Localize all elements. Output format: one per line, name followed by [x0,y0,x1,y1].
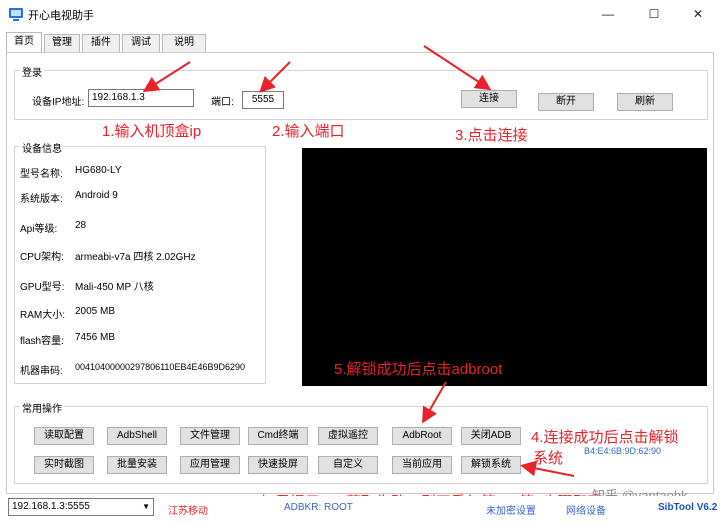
close-button[interactable]: ✕ [676,0,720,28]
annotation-step4-line1: 4.连接成功后点击解锁 [531,429,679,446]
device-select[interactable]: 192.168.1.3:5555 ▼ [8,498,154,516]
login-group-title: 登录 [20,64,44,79]
screen-preview[interactable] [302,148,707,386]
os-version-value: Android 9 [75,190,118,201]
cmd-terminal-button[interactable]: Cmd终端 [248,427,308,445]
custom-button[interactable]: 自定义 [318,456,378,474]
window-title: 开心电视助手 [28,10,94,22]
annotation-step2: 2.输入端口 [272,123,345,140]
app-manager-button[interactable]: 应用管理 [180,456,240,474]
chevron-down-icon: ▼ [142,502,150,511]
annotation-step3: 3.点击连接 [455,127,528,144]
close-adb-button[interactable]: 关闭ADB [461,427,521,445]
cpu-value: armeabi-v7a 四核 2.02GHz [75,252,196,263]
isp-label: 江苏移动 [168,506,208,517]
api-level-value: 28 [75,220,87,231]
port-input[interactable]: 5555 [242,91,284,109]
gpu-label: GPU型号: [20,282,65,293]
ip-label: 设备IP地址: [32,97,85,108]
adb-status: ADBKR: ROOT [284,502,353,513]
model-label: 型号名称: [20,169,63,180]
unlock-system-button[interactable]: 解锁系统 [461,456,521,474]
api-level-label: Api等级: [20,224,58,235]
tab-manage[interactable]: 管理 [44,34,80,52]
mid-status: 未加密设置 [486,506,536,517]
port-label: 端口: [211,97,234,108]
os-version-label: 系统版本: [20,194,63,205]
title-bar: 开心电视助手 — ☐ ✕ [0,0,720,28]
screenshot-button[interactable]: 实时截图 [34,456,94,474]
refresh-button[interactable]: 刷新 [617,93,673,111]
disconnect-button[interactable]: 断开 [538,93,594,111]
adbshell-button[interactable]: AdbShell [107,427,167,445]
tab-home[interactable]: 首页 [6,32,42,52]
serial-label: 机器串码: [20,366,63,377]
common-ops-title: 常用操作 [20,400,64,415]
current-app-button[interactable]: 当前应用 [392,456,452,474]
ram-value: 2005 MB [75,306,116,317]
maximize-button[interactable]: ☐ [632,0,676,28]
virtual-remote-button[interactable]: 虚拟遥控 [318,427,378,445]
serial-value: 00410400000297806110EB4E46B9D6290 [75,362,245,372]
tv-app-icon [9,8,23,21]
minimize-button[interactable]: — [586,0,630,28]
model-value: HG680-LY [75,165,122,176]
device-info-group: 设备信息 [14,140,266,384]
ip-input[interactable]: 192.168.1.3 [88,89,194,107]
device-select-value: 192.168.1.3:5555 [12,501,90,512]
flash-label: flash容量: [20,336,64,347]
tab-debug[interactable]: 调试 [122,34,160,52]
mac-address: B4:E4:6B:9D:62:90 [584,446,662,456]
annotation-step1: 1.输入机顶盒ip [102,123,202,140]
version-label: SibTool V6.2 [658,502,718,513]
batch-install-button[interactable]: 批量安装 [107,456,167,474]
tab-help[interactable]: 说明 [162,34,206,52]
flash-value: 7456 MB [75,332,116,343]
quick-cast-button[interactable]: 快速投屏 [248,456,308,474]
ram-label: RAM大小: [20,310,65,321]
gpu-value: Mali-450 MP 八核 [75,282,154,293]
annotation-step5: 5.解锁成功后点击adbroot [334,361,503,378]
read-config-button[interactable]: 读取配置 [34,427,94,445]
annotation-step4-line2: 系统 [533,450,564,467]
app-window: 开心电视助手 — ☐ ✕ 首页 管理 插件 调试 说明 登录 设备IP地址: 1… [0,0,720,524]
cpu-label: CPU架构: [20,252,64,263]
device-info-title: 设备信息 [20,140,64,155]
right-status: 网络设备 [566,506,606,517]
connect-button[interactable]: 连接 [461,90,517,108]
adbroot-button[interactable]: AdbRoot [392,427,452,445]
file-manager-button[interactable]: 文件管理 [180,427,240,445]
status-bar: 192.168.1.3:5555 ▼ 江苏移动 ADBKR: ROOT 未加密设… [0,496,720,524]
tab-plugins[interactable]: 插件 [82,34,120,52]
